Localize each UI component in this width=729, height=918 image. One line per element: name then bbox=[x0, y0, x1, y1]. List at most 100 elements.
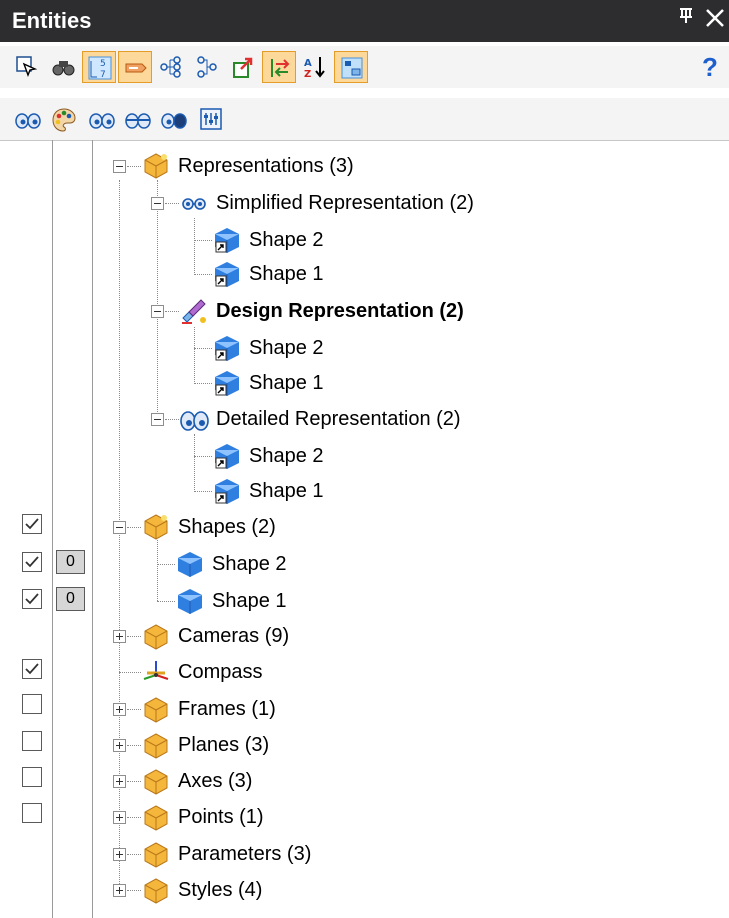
tree-node-parameters[interactable]: Parameters (3) bbox=[141, 838, 311, 870]
tree-node-detailed-representation[interactable]: Detailed Representation (2) bbox=[179, 403, 461, 435]
expand-toggle[interactable] bbox=[113, 703, 126, 716]
tree-node-design-representation[interactable]: Design Representation (2) bbox=[179, 295, 464, 327]
visibility-checkbox-frames[interactable] bbox=[22, 694, 42, 714]
eyes-open-icon bbox=[89, 113, 115, 129]
sync-arrows-icon bbox=[271, 59, 290, 77]
tree-node-shape-2[interactable]: Shape 2 bbox=[175, 548, 287, 580]
tree-node-axes[interactable]: Axes (3) bbox=[141, 765, 252, 797]
folder-cube-icon bbox=[141, 875, 171, 905]
svg-text:Z: Z bbox=[304, 69, 311, 79]
collapse-toggle[interactable] bbox=[113, 160, 126, 173]
collapse-toggle[interactable] bbox=[151, 305, 164, 318]
tree-connector bbox=[194, 348, 212, 349]
visibility-checkbox-shapes[interactable] bbox=[22, 514, 42, 534]
tree-node-simplified-representation[interactable]: Simplified Representation (2) bbox=[179, 187, 474, 219]
expand-tree-button[interactable] bbox=[154, 51, 188, 83]
tree-collapse-icon bbox=[197, 56, 217, 78]
tree-connector bbox=[157, 564, 175, 565]
shape-link-icon bbox=[212, 476, 242, 506]
tree-node-label: Representations (3) bbox=[178, 154, 354, 177]
tree-node-compass[interactable]: Compass bbox=[141, 656, 262, 688]
tree-node-frames[interactable]: Frames (1) bbox=[141, 693, 276, 725]
visibility-checkbox-shape-1[interactable] bbox=[22, 589, 42, 609]
tree-node-cameras[interactable]: Cameras (9) bbox=[141, 620, 289, 652]
sort-button[interactable]: A Z bbox=[298, 51, 332, 83]
tree-node-shape-1[interactable]: Shape 1 bbox=[212, 475, 324, 507]
main-toolbar: 5 7 A Z ? bbox=[0, 46, 729, 88]
tree-node-points[interactable]: Points (1) bbox=[141, 801, 264, 833]
shape-cube-icon bbox=[175, 549, 205, 579]
expand-toggle[interactable] bbox=[113, 775, 126, 788]
close-icon[interactable] bbox=[704, 6, 726, 37]
color-column-button[interactable] bbox=[46, 103, 80, 135]
tree-node-shape-2[interactable]: Shape 2 bbox=[212, 332, 324, 364]
settings-button[interactable] bbox=[194, 103, 228, 135]
svg-text:5: 5 bbox=[100, 59, 106, 69]
shape-link-icon bbox=[212, 441, 242, 471]
tree-node-label: Design Representation (2) bbox=[216, 299, 464, 322]
expand-toggle[interactable] bbox=[113, 811, 126, 824]
tree-node-shape-2[interactable]: Shape 2 bbox=[212, 224, 324, 256]
tree-node-shapes[interactable]: Shapes (2) bbox=[141, 511, 276, 543]
tree-connector bbox=[194, 383, 212, 384]
visibility-checkbox-shape-2[interactable] bbox=[22, 552, 42, 572]
expand-toggle[interactable] bbox=[113, 848, 126, 861]
tree-node-label: Compass bbox=[178, 660, 263, 683]
collapse-toggle[interactable] bbox=[151, 413, 164, 426]
hide-all-button[interactable] bbox=[120, 103, 154, 135]
collapse-tree-button[interactable] bbox=[190, 51, 224, 83]
label-toggle-button[interactable] bbox=[118, 51, 152, 83]
tree-node-label: Styles (4) bbox=[178, 878, 263, 901]
expand-toggle[interactable] bbox=[113, 739, 126, 752]
tree-connector bbox=[119, 672, 141, 673]
folder-cube-icon bbox=[141, 621, 171, 651]
sync-button[interactable] bbox=[262, 51, 296, 83]
tree-connector bbox=[127, 709, 141, 710]
shape-link-icon bbox=[212, 259, 242, 289]
shape-cube-icon bbox=[175, 586, 205, 616]
tree-node-shape-1[interactable]: Shape 1 bbox=[212, 258, 324, 290]
show-all-button[interactable] bbox=[84, 103, 118, 135]
grid-view-button[interactable] bbox=[334, 51, 368, 83]
glasses-icon bbox=[179, 188, 209, 218]
tree-connector bbox=[157, 180, 158, 420]
numbering-toggle-button[interactable]: 5 7 bbox=[82, 51, 116, 83]
hide-selected-button[interactable] bbox=[156, 103, 190, 135]
expand-toggle[interactable] bbox=[113, 630, 126, 643]
expand-toggle[interactable] bbox=[113, 884, 126, 897]
tree-node-shape-1[interactable]: Shape 1 bbox=[175, 585, 287, 617]
count-field-shape-1[interactable]: 0 bbox=[56, 587, 85, 611]
visibility-checkbox-points[interactable] bbox=[22, 803, 42, 823]
tree-node-label: Shape 1 bbox=[212, 589, 287, 612]
tree-node-planes[interactable]: Planes (3) bbox=[141, 729, 269, 761]
folder-cube-icon bbox=[141, 512, 171, 542]
title-bar: Entities bbox=[0, 0, 729, 42]
tree-connector bbox=[127, 890, 141, 891]
select-pointer-button[interactable] bbox=[10, 51, 44, 83]
visibility-column-button[interactable] bbox=[10, 103, 44, 135]
tree-node-label: Shape 2 bbox=[249, 444, 324, 467]
tree-node-label: Shape 1 bbox=[249, 371, 324, 394]
visibility-checkbox-planes[interactable] bbox=[22, 731, 42, 751]
collapse-toggle[interactable] bbox=[151, 197, 164, 210]
tree-node-styles[interactable]: Styles (4) bbox=[141, 874, 262, 906]
export-button[interactable] bbox=[226, 51, 260, 83]
pin-icon[interactable] bbox=[676, 6, 696, 37]
help-icon[interactable]: ? bbox=[702, 52, 718, 83]
sort-az-icon: A Z bbox=[304, 57, 325, 79]
collapse-toggle[interactable] bbox=[113, 521, 126, 534]
tree-node-shape-2[interactable]: Shape 2 bbox=[212, 440, 324, 472]
visibility-checkbox-compass[interactable] bbox=[22, 659, 42, 679]
tree-connector bbox=[165, 419, 179, 420]
tree-node-label: Simplified Representation (2) bbox=[216, 191, 474, 214]
tree-node-label: Shape 1 bbox=[249, 479, 324, 502]
tree-connector bbox=[194, 434, 195, 490]
count-field-shape-2[interactable]: 0 bbox=[56, 550, 85, 574]
tree-node-shape-1[interactable]: Shape 1 bbox=[212, 367, 324, 399]
tree-connector bbox=[165, 311, 179, 312]
equalizer-icon bbox=[200, 108, 222, 130]
tree-node-representations[interactable]: Representations (3) bbox=[141, 150, 354, 182]
panel-title: Entities bbox=[12, 8, 92, 33]
visibility-checkbox-axes[interactable] bbox=[22, 767, 42, 787]
find-button[interactable] bbox=[46, 51, 80, 83]
